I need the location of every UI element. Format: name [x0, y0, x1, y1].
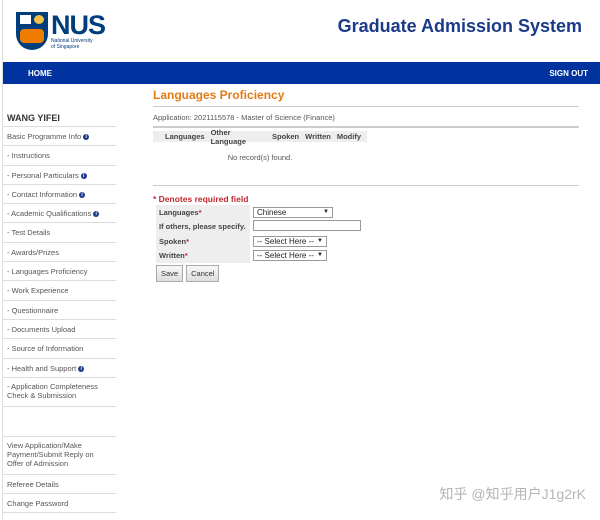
sign-out-link[interactable]: SIGN OUT — [549, 69, 588, 78]
language-form: Languages* Chinese ▼ If others, please sp… — [156, 205, 361, 263]
header: NUS National University of Singapore Gra… — [0, 0, 600, 62]
others-input[interactable] — [253, 220, 361, 232]
info-icon[interactable]: i — [80, 172, 87, 179]
col-other-language: Other Language — [210, 127, 247, 146]
sidebar-item-label: - Instructions — [7, 151, 50, 161]
sidebar-item[interactable]: - Instructions — [3, 146, 116, 166]
nus-logo[interactable]: NUS National University of Singapore — [16, 10, 106, 50]
col-written: Written — [305, 132, 331, 141]
sidebar-item-label: - Personal Particulars — [7, 170, 79, 180]
sidebar-item-label: - Health and Support — [7, 363, 77, 373]
application-info: Application: 2021115578 - Master of Scie… — [153, 107, 579, 128]
dropdown-arrow-icon: ▼ — [317, 252, 323, 259]
spoken-select[interactable]: -- Select Here -- ▼ — [253, 235, 327, 247]
sidebar-item-label: Basic Programme Info — [7, 132, 82, 141]
sidebar-item[interactable]: Referee Details — [3, 475, 116, 495]
watermark: 知乎 @知乎用户J1g2rK — [439, 486, 586, 502]
sidebar-item-label: View Application/Make Payment/Submit Rep… — [7, 440, 94, 468]
nus-crest-icon — [16, 12, 48, 50]
sidebar-spacer — [3, 407, 116, 437]
sidebar-item[interactable]: Basic Programme Info i — [3, 127, 116, 147]
sidebar-item-label: - Academic Qualifications — [7, 209, 92, 219]
languages-value: Chinese — [257, 207, 287, 217]
required-star: * — [186, 236, 190, 246]
sidebar-item[interactable]: View Application/Make Payment/Submit Rep… — [3, 437, 116, 475]
sidebar-item[interactable]: Change Password — [3, 494, 116, 514]
sidebar-item-label: - Application Completeness Check & Submi… — [7, 381, 98, 400]
system-title: Graduate Admission System — [337, 16, 582, 36]
col-spoken: Spoken — [272, 132, 300, 141]
sidebar-item[interactable]: - Personal Particulars i — [3, 166, 116, 185]
cancel-button[interactable]: Cancel — [186, 265, 220, 282]
sidebar: WANG YIFEI Basic Programme Info i - Instruc… — [3, 108, 116, 514]
spoken-value: -- Select Here -- — [257, 236, 314, 246]
sidebar-item[interactable]: - Application Completeness Check & Submi… — [3, 378, 116, 407]
sidebar-item-label: - Awards/Prizes — [7, 247, 59, 257]
col-modify: Modify — [336, 132, 361, 141]
spoken-label: Spoken — [159, 236, 187, 246]
sidebar-item-label: - Source of Information — [7, 344, 84, 354]
col-languages: Languages — [165, 132, 205, 141]
info-icon[interactable]: i — [93, 211, 100, 218]
sidebar-item[interactable]: - Awards/Prizes — [3, 243, 116, 263]
sidebar-item-label: - Languages Proficiency — [7, 267, 88, 277]
required-star: * — [184, 251, 188, 261]
divider — [153, 185, 579, 186]
logo-text: NUS — [51, 10, 106, 40]
required-note: * Denotes required field — [153, 194, 249, 204]
languages-select[interactable]: Chinese ▼ — [253, 206, 333, 218]
dropdown-arrow-icon: ▼ — [323, 208, 329, 215]
info-icon[interactable]: i — [78, 365, 85, 372]
sidebar-item[interactable]: - Health and Support i — [3, 359, 116, 378]
written-select[interactable]: -- Select Here -- ▼ — [253, 250, 327, 262]
save-button[interactable]: Save — [156, 265, 184, 282]
main-content: Languages Proficiency Application: 20211… — [153, 88, 579, 282]
nav-bar: HOME SIGN OUT — [3, 62, 600, 84]
sidebar-item-label: - Questionnaire — [7, 305, 59, 315]
sidebar-item-label: - Test Details — [7, 228, 51, 238]
table-header: Languages Other Language Spoken Written … — [153, 128, 367, 146]
required-star: * — [198, 207, 202, 217]
sidebar-item[interactable]: - Work Experience — [3, 281, 116, 301]
home-link[interactable]: HOME — [28, 69, 52, 78]
sidebar-item-label: Change Password — [7, 499, 69, 509]
written-label: Written — [159, 251, 185, 261]
sidebar-item[interactable]: - Test Details — [3, 223, 116, 243]
info-icon[interactable]: i — [79, 191, 86, 198]
sidebar-item-label: - Work Experience — [7, 286, 69, 296]
sidebar-item[interactable]: - Questionnaire — [3, 301, 116, 320]
sidebar-item[interactable]: - Languages Proficiency — [3, 262, 116, 282]
empty-message: No record(s) found. — [227, 153, 293, 162]
info-icon[interactable]: i — [83, 134, 90, 141]
languages-label: Languages — [159, 207, 199, 217]
logo-sub: of Singapore — [51, 44, 80, 50]
user-name: WANG YIFEI — [3, 108, 116, 127]
written-value: -- Select Here -- — [257, 251, 314, 261]
sidebar-item-label: - Contact Information — [7, 189, 78, 199]
sidebar-item[interactable]: - Documents Upload — [3, 320, 116, 340]
sidebar-item-label: Referee Details — [7, 479, 59, 489]
others-label: If others, please specify. — [159, 222, 246, 232]
dropdown-arrow-icon: ▼ — [317, 237, 323, 244]
sidebar-item[interactable]: - Academic Qualifications i — [3, 204, 116, 224]
sidebar-item[interactable]: - Contact Information i — [3, 185, 116, 205]
sidebar-item-label: - Documents Upload — [7, 324, 76, 334]
sidebar-item[interactable]: - Source of Information — [3, 339, 116, 359]
page-title: Languages Proficiency — [153, 88, 579, 107]
